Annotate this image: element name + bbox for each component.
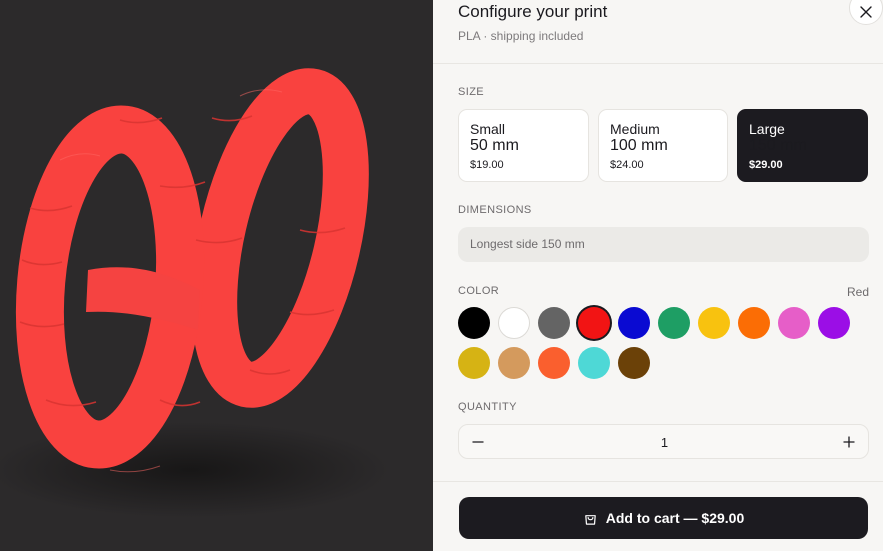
configure-panel: Configure your print PLA · shipping incl… — [433, 0, 883, 551]
size-option-small[interactable]: Small 50 mm $19.00 — [458, 109, 589, 182]
footer-divider — [433, 481, 883, 482]
plus-icon — [843, 436, 855, 448]
color-swatch-mustard[interactable] — [458, 347, 490, 379]
quantity-stepper: 1 — [458, 424, 869, 459]
color-swatch-red[interactable] — [578, 307, 610, 339]
close-button[interactable] — [849, 0, 883, 25]
header-divider — [433, 63, 883, 64]
color-swatch-gray[interactable] — [538, 307, 570, 339]
quantity-value[interactable]: 1 — [459, 435, 870, 450]
size-option-medium[interactable]: Medium 100 mm $24.00 — [598, 109, 728, 182]
color-swatch-purple[interactable] — [818, 307, 850, 339]
dimensions-field: Longest side 150 mm — [458, 227, 869, 262]
color-swatch-blue[interactable] — [618, 307, 650, 339]
color-swatch-orange[interactable] — [738, 307, 770, 339]
shopping-bag-icon — [584, 514, 596, 525]
color-swatch-turquoise[interactable] — [578, 347, 610, 379]
model-viewer[interactable] — [0, 0, 433, 551]
color-swatch-tan[interactable] — [498, 347, 530, 379]
size-option-dims: 100 mm — [610, 137, 668, 154]
page-subtitle: PLA · shipping included — [458, 29, 584, 43]
size-option-price: $19.00 — [470, 159, 504, 171]
model-preview-image — [0, 68, 390, 518]
color-swatch-green[interactable] — [658, 307, 690, 339]
size-option-price: $29.00 — [749, 159, 783, 171]
size-option-dims: 50 mm — [470, 137, 519, 154]
color-swatch-black[interactable] — [458, 307, 490, 339]
dimensions-label: DIMENSIONS — [458, 204, 532, 216]
size-option-name: Small — [470, 121, 506, 137]
size-option-dims: 150 mm — [749, 137, 807, 154]
add-to-cart-label: Add to cart — $29.00 — [605, 510, 745, 526]
size-option-price: $24.00 — [610, 159, 644, 171]
quantity-label: QUANTITY — [458, 401, 517, 413]
size-option-name: Large — [749, 121, 785, 137]
page-title: Configure your print — [458, 2, 608, 21]
color-swatch-brown[interactable] — [618, 347, 650, 379]
selected-color-name: Red — [846, 285, 869, 299]
close-icon — [860, 6, 872, 18]
color-swatch-coral-orange[interactable] — [538, 347, 570, 379]
color-swatch-yellow[interactable] — [698, 307, 730, 339]
add-to-cart-button[interactable]: Add to cart — $29.00 — [459, 497, 868, 539]
color-swatch-pink[interactable] — [778, 307, 810, 339]
color-swatch-white[interactable] — [498, 307, 530, 339]
size-option-name: Medium — [610, 121, 660, 137]
size-label: SIZE — [458, 86, 485, 98]
color-label: COLOR — [458, 285, 500, 297]
quantity-increment-button[interactable] — [839, 432, 859, 452]
size-option-large[interactable]: Large 150 mm $29.00 — [737, 109, 868, 182]
